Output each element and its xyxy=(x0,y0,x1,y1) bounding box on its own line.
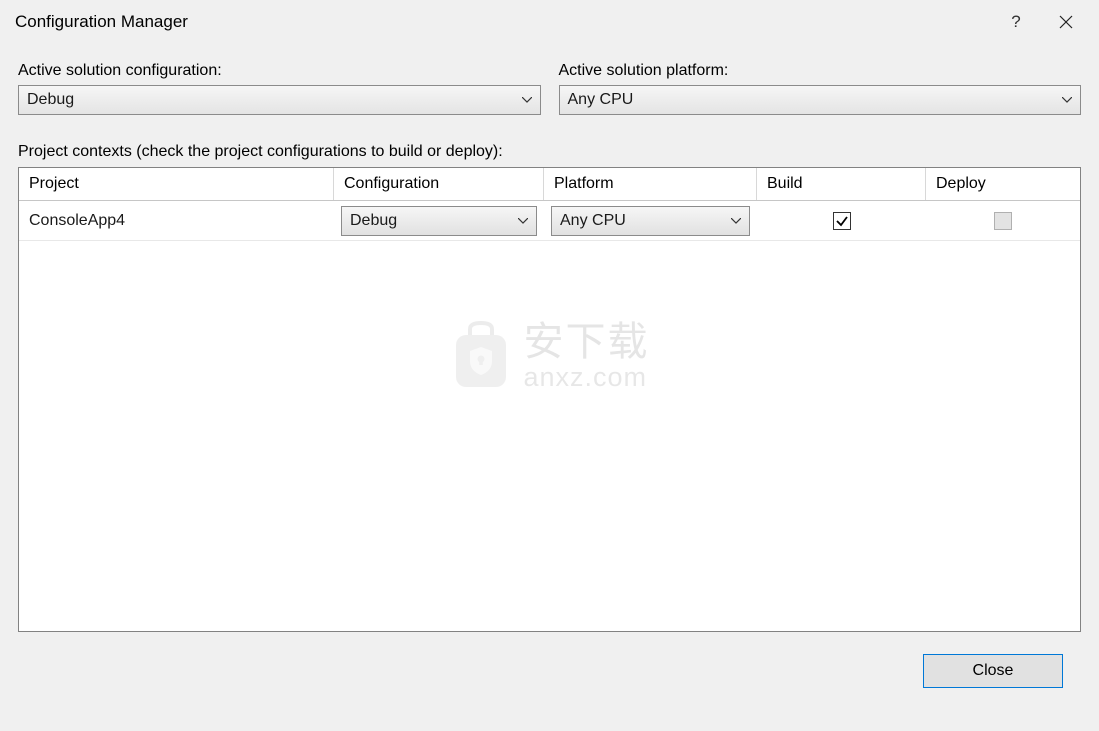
chevron-down-icon xyxy=(518,218,528,224)
table-empty-area: 安下载 anxz.com xyxy=(19,241,1080,631)
watermark-text-cn: 安下载 xyxy=(524,321,650,363)
column-header-project[interactable]: Project xyxy=(19,168,334,200)
deploy-checkbox xyxy=(994,212,1012,230)
solution-dropdown-row: Active solution configuration: Debug Act… xyxy=(18,62,1081,115)
project-contexts-table: Project Configuration Platform Build Dep… xyxy=(18,167,1081,632)
close-window-button[interactable] xyxy=(1041,6,1091,38)
row-configuration-value: Debug xyxy=(350,212,518,230)
row-platform-dropdown[interactable]: Any CPU xyxy=(551,206,750,236)
chevron-down-icon xyxy=(731,218,741,224)
column-header-configuration[interactable]: Configuration xyxy=(334,168,544,200)
project-contexts-label: Project contexts (check the project conf… xyxy=(18,143,1081,161)
chevron-down-icon xyxy=(1062,97,1072,103)
table-row: ConsoleApp4 Debug Any CPU xyxy=(19,201,1080,241)
column-header-deploy[interactable]: Deploy xyxy=(926,168,1080,200)
active-configuration-value: Debug xyxy=(27,91,522,109)
close-button-label: Close xyxy=(973,662,1014,680)
active-platform-value: Any CPU xyxy=(568,91,1063,109)
close-button[interactable]: Close xyxy=(923,654,1063,688)
help-icon: ? xyxy=(1011,12,1020,32)
row-platform-value: Any CPU xyxy=(560,212,731,230)
column-header-platform[interactable]: Platform xyxy=(544,168,757,200)
cell-project-name: ConsoleApp4 xyxy=(19,201,334,240)
chevron-down-icon xyxy=(522,97,532,103)
table-header: Project Configuration Platform Build Dep… xyxy=(19,168,1080,201)
help-button[interactable]: ? xyxy=(991,6,1041,38)
active-configuration-dropdown[interactable]: Debug xyxy=(18,85,541,115)
checkmark-icon xyxy=(835,214,849,228)
active-configuration-group: Active solution configuration: Debug xyxy=(18,62,541,115)
bag-shield-icon xyxy=(450,321,512,391)
active-platform-dropdown[interactable]: Any CPU xyxy=(559,85,1082,115)
row-configuration-dropdown[interactable]: Debug xyxy=(341,206,537,236)
titlebar: Configuration Manager ? xyxy=(0,0,1099,44)
watermark-text-en: anxz.com xyxy=(524,363,650,391)
dialog-body: Active solution configuration: Debug Act… xyxy=(0,44,1099,731)
close-icon xyxy=(1059,15,1073,29)
column-header-build[interactable]: Build xyxy=(757,168,926,200)
dialog-footer: Close xyxy=(18,632,1081,710)
watermark: 安下载 anxz.com xyxy=(450,321,650,391)
configuration-manager-dialog: Configuration Manager ? Active solution … xyxy=(0,0,1099,731)
active-platform-label: Active solution platform: xyxy=(559,62,1082,80)
active-configuration-label: Active solution configuration: xyxy=(18,62,541,80)
build-checkbox[interactable] xyxy=(833,212,851,230)
dialog-title: Configuration Manager xyxy=(15,12,991,32)
active-platform-group: Active solution platform: Any CPU xyxy=(559,62,1082,115)
